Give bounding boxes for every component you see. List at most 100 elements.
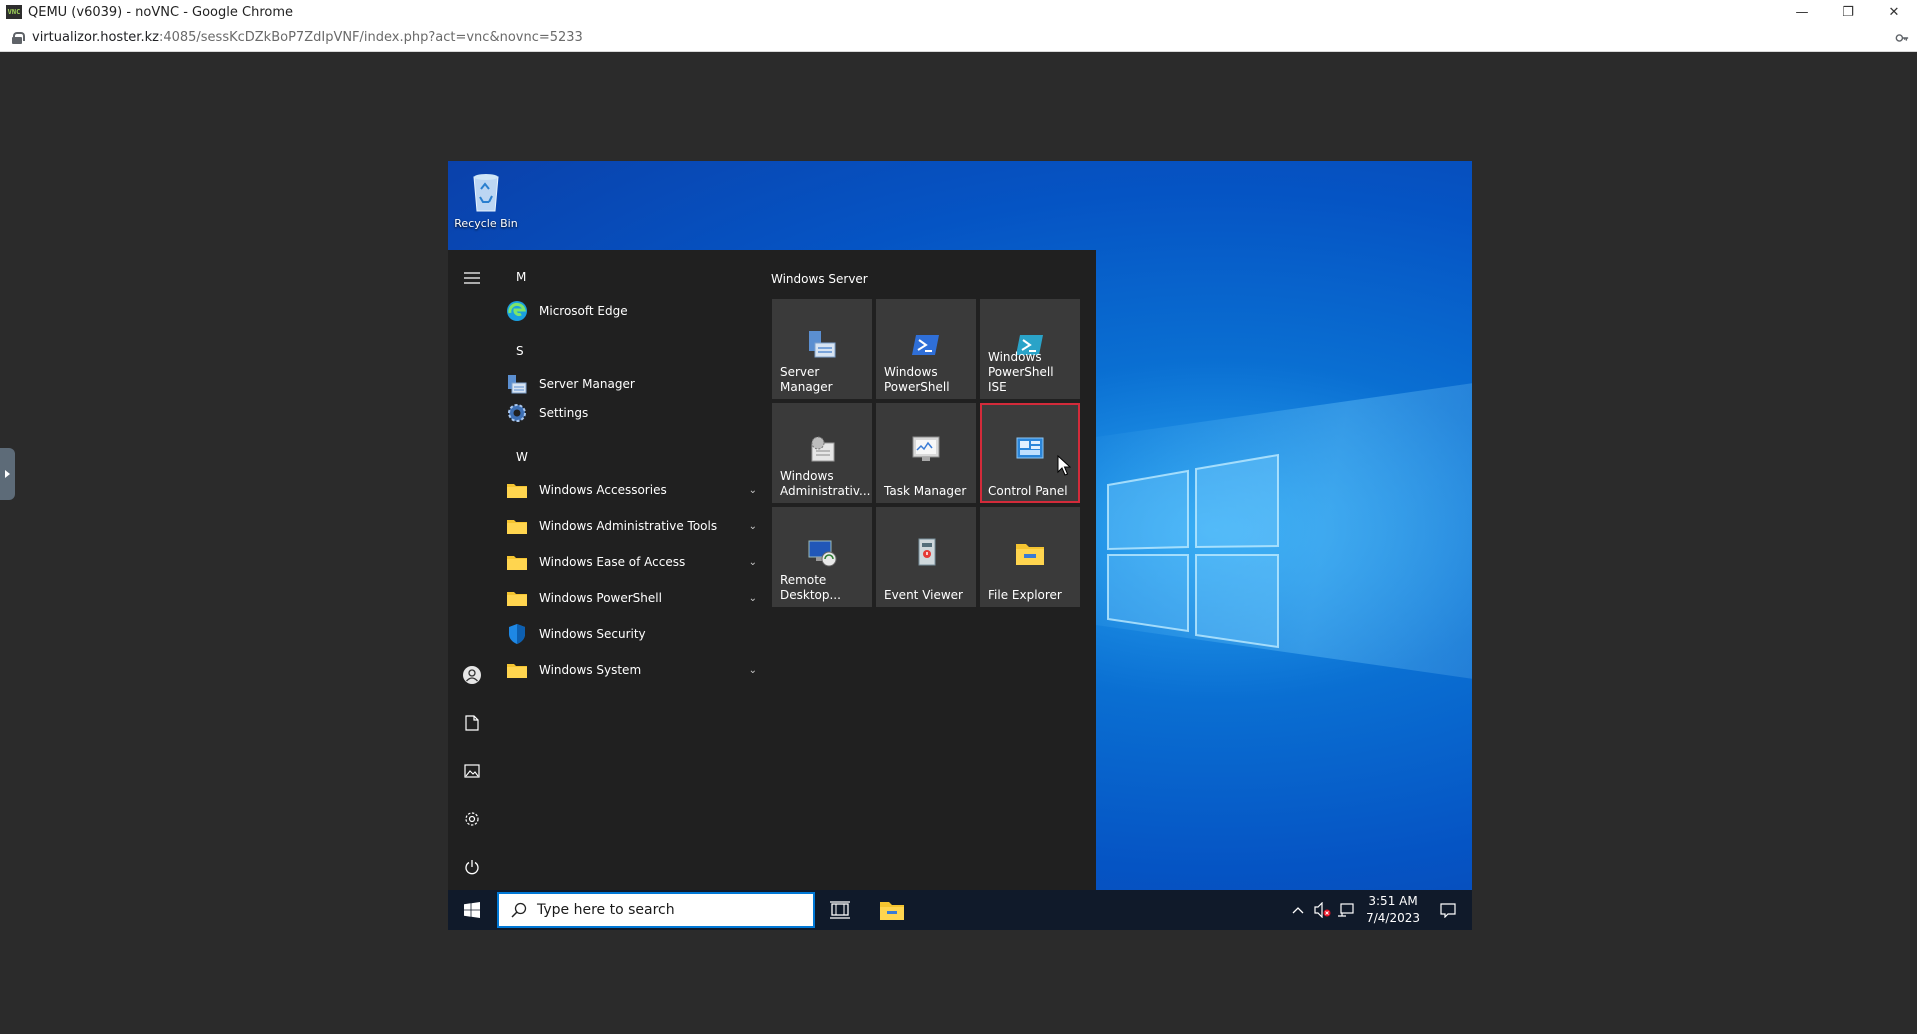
- chevron-down-icon[interactable]: ⌄: [749, 557, 757, 568]
- tile-windows-administrative-tools[interactable]: Windows Administrativ...: [772, 403, 872, 503]
- tile-task-manager[interactable]: Task Manager: [876, 403, 976, 503]
- tile-windows-powershell[interactable]: Windows PowerShell: [876, 299, 976, 399]
- mouse-cursor: [1057, 455, 1071, 476]
- app-label: Windows Security: [539, 627, 646, 641]
- window-title: QEMU (v6039) - noVNC - Google Chrome: [28, 4, 293, 20]
- app-label: Windows Administrative Tools: [539, 519, 718, 533]
- app-windows-system[interactable]: Windows System ⌄: [505, 653, 757, 687]
- app-label: Windows Ease of Access: [539, 555, 686, 569]
- tile-label: Server Manager: [780, 365, 833, 394]
- task-view-icon[interactable]: [828, 898, 852, 922]
- system-tray: 3:51 AM 7/4/2023: [1288, 890, 1472, 930]
- tile-label: Windows Administrativ...: [780, 469, 871, 498]
- powershell-icon: [912, 335, 939, 355]
- app-windows-administrative-tools[interactable]: Windows Administrative Tools ⌄: [505, 509, 757, 543]
- app-windows-powershell[interactable]: Windows PowerShell ⌄: [505, 581, 757, 615]
- chevron-up-icon[interactable]: [1288, 900, 1308, 920]
- folder-icon: [505, 658, 529, 682]
- tile-label: Windows PowerShell ISE: [988, 350, 1054, 394]
- file-explorer-icon: [1016, 544, 1044, 565]
- network-icon[interactable]: [1336, 900, 1356, 920]
- tile-event-viewer[interactable]: Event Viewer: [876, 507, 976, 607]
- tile-label: Windows PowerShell: [884, 365, 950, 394]
- lock-icon[interactable]: [12, 31, 25, 44]
- app-label: Microsoft Edge: [539, 304, 628, 318]
- taskbar: Type here to search 3:51 AM 7/4/2023: [448, 890, 1472, 930]
- start-menu: M Microsoft Edge S Server Manager Settin…: [448, 250, 1096, 890]
- chevron-down-icon[interactable]: ⌄: [749, 665, 757, 676]
- settings-icon: [505, 401, 529, 425]
- letter-header-w[interactable]: W: [516, 450, 528, 464]
- folder-icon: [505, 478, 529, 502]
- tiles-group-title[interactable]: Windows Server: [771, 272, 868, 286]
- task-manager-icon: [912, 436, 940, 461]
- tile-label: File Explorer: [988, 588, 1062, 602]
- tile-windows-powershell-ise[interactable]: Windows PowerShell ISE: [980, 299, 1080, 399]
- search-icon: [511, 902, 527, 918]
- app-windows-security[interactable]: Windows Security: [505, 617, 745, 651]
- user-account-icon[interactable]: [460, 663, 484, 687]
- file-explorer-taskbar-icon[interactable]: [878, 896, 906, 924]
- recycle-bin-shortcut[interactable]: Recycle Bin: [454, 169, 518, 243]
- app-list: M Microsoft Edge S Server Manager Settin…: [503, 250, 757, 690]
- novnc-control-bar-handle[interactable]: [0, 448, 15, 500]
- address-bar[interactable]: virtualizor.hoster.kz:4085/sessKcDZkBoP7…: [0, 24, 1917, 52]
- recycle-bin-icon: [473, 174, 499, 212]
- app-windows-accessories[interactable]: Windows Accessories ⌄: [505, 473, 757, 507]
- letter-header-m[interactable]: M: [516, 270, 526, 284]
- app-microsoft-edge[interactable]: Microsoft Edge: [505, 294, 745, 328]
- action-center-icon[interactable]: [1438, 900, 1458, 920]
- close-button[interactable]: ✕: [1871, 0, 1917, 24]
- minimize-button[interactable]: —: [1779, 0, 1825, 24]
- clock-date: 7/4/2023: [1366, 911, 1420, 925]
- windows-start-icon: [464, 902, 480, 918]
- tile-file-explorer[interactable]: File Explorer: [980, 507, 1080, 607]
- chevron-down-icon[interactable]: ⌄: [749, 593, 757, 604]
- tile-label: Event Viewer: [884, 588, 963, 602]
- power-icon[interactable]: [460, 855, 484, 879]
- shield-icon: [505, 622, 529, 646]
- tile-label: Control Panel: [988, 484, 1068, 498]
- start-menu-rail: [448, 250, 496, 890]
- tile-remote-desktop[interactable]: Remote Desktop...: [772, 507, 872, 607]
- clock[interactable]: 3:51 AM 7/4/2023: [1366, 893, 1420, 927]
- tile-server-manager[interactable]: Server Manager: [772, 299, 872, 399]
- app-label: Settings: [539, 406, 589, 420]
- folder-icon: [505, 514, 529, 538]
- hamburger-menu-icon[interactable]: [460, 266, 484, 290]
- tile-label: Task Manager: [884, 484, 967, 498]
- folder-icon: [505, 550, 529, 574]
- folder-icon: [505, 586, 529, 610]
- key-icon[interactable]: [1895, 31, 1909, 45]
- recycle-bin-label: Recycle Bin: [454, 217, 518, 230]
- tile-label: Remote Desktop...: [780, 573, 841, 602]
- remote-desktop-icon: [808, 540, 837, 567]
- restore-button[interactable]: ❐: [1825, 0, 1871, 24]
- app-label: Windows Accessories: [539, 483, 667, 497]
- app-label: Windows PowerShell: [539, 591, 662, 605]
- letter-header-s[interactable]: S: [516, 344, 524, 358]
- search-placeholder[interactable]: Type here to search: [537, 902, 675, 918]
- admin-tools-icon: [811, 436, 835, 462]
- app-windows-ease-of-access[interactable]: Windows Ease of Access ⌄: [505, 545, 757, 579]
- edge-icon: [505, 299, 529, 323]
- control-panel-icon: [1016, 437, 1044, 459]
- pictures-icon[interactable]: [460, 759, 484, 783]
- browser-title-bar: VNC QEMU (v6039) - noVNC - Google Chrome…: [0, 0, 1917, 24]
- app-label: Server Manager: [539, 377, 635, 391]
- tile-control-panel[interactable]: Control Panel: [980, 403, 1080, 503]
- chevron-down-icon[interactable]: ⌄: [749, 485, 757, 496]
- url-path[interactable]: :4085/sessKcDZkBoP7ZdIpVNF/index.php?act…: [159, 30, 583, 45]
- server-manager-icon: [505, 372, 529, 396]
- taskbar-search-box[interactable]: Type here to search: [497, 892, 815, 928]
- windows-wallpaper-logo: [1107, 453, 1279, 649]
- documents-icon[interactable]: [460, 711, 484, 735]
- volume-muted-icon[interactable]: [1312, 900, 1332, 920]
- chevron-down-icon[interactable]: ⌄: [749, 521, 757, 532]
- app-settings[interactable]: Settings: [505, 396, 745, 430]
- clock-time: 3:51 AM: [1368, 894, 1418, 908]
- url-host[interactable]: virtualizor.hoster.kz: [32, 30, 159, 45]
- settings-gear-icon[interactable]: [460, 807, 484, 831]
- event-viewer-icon: [918, 538, 936, 566]
- start-button[interactable]: [448, 890, 496, 930]
